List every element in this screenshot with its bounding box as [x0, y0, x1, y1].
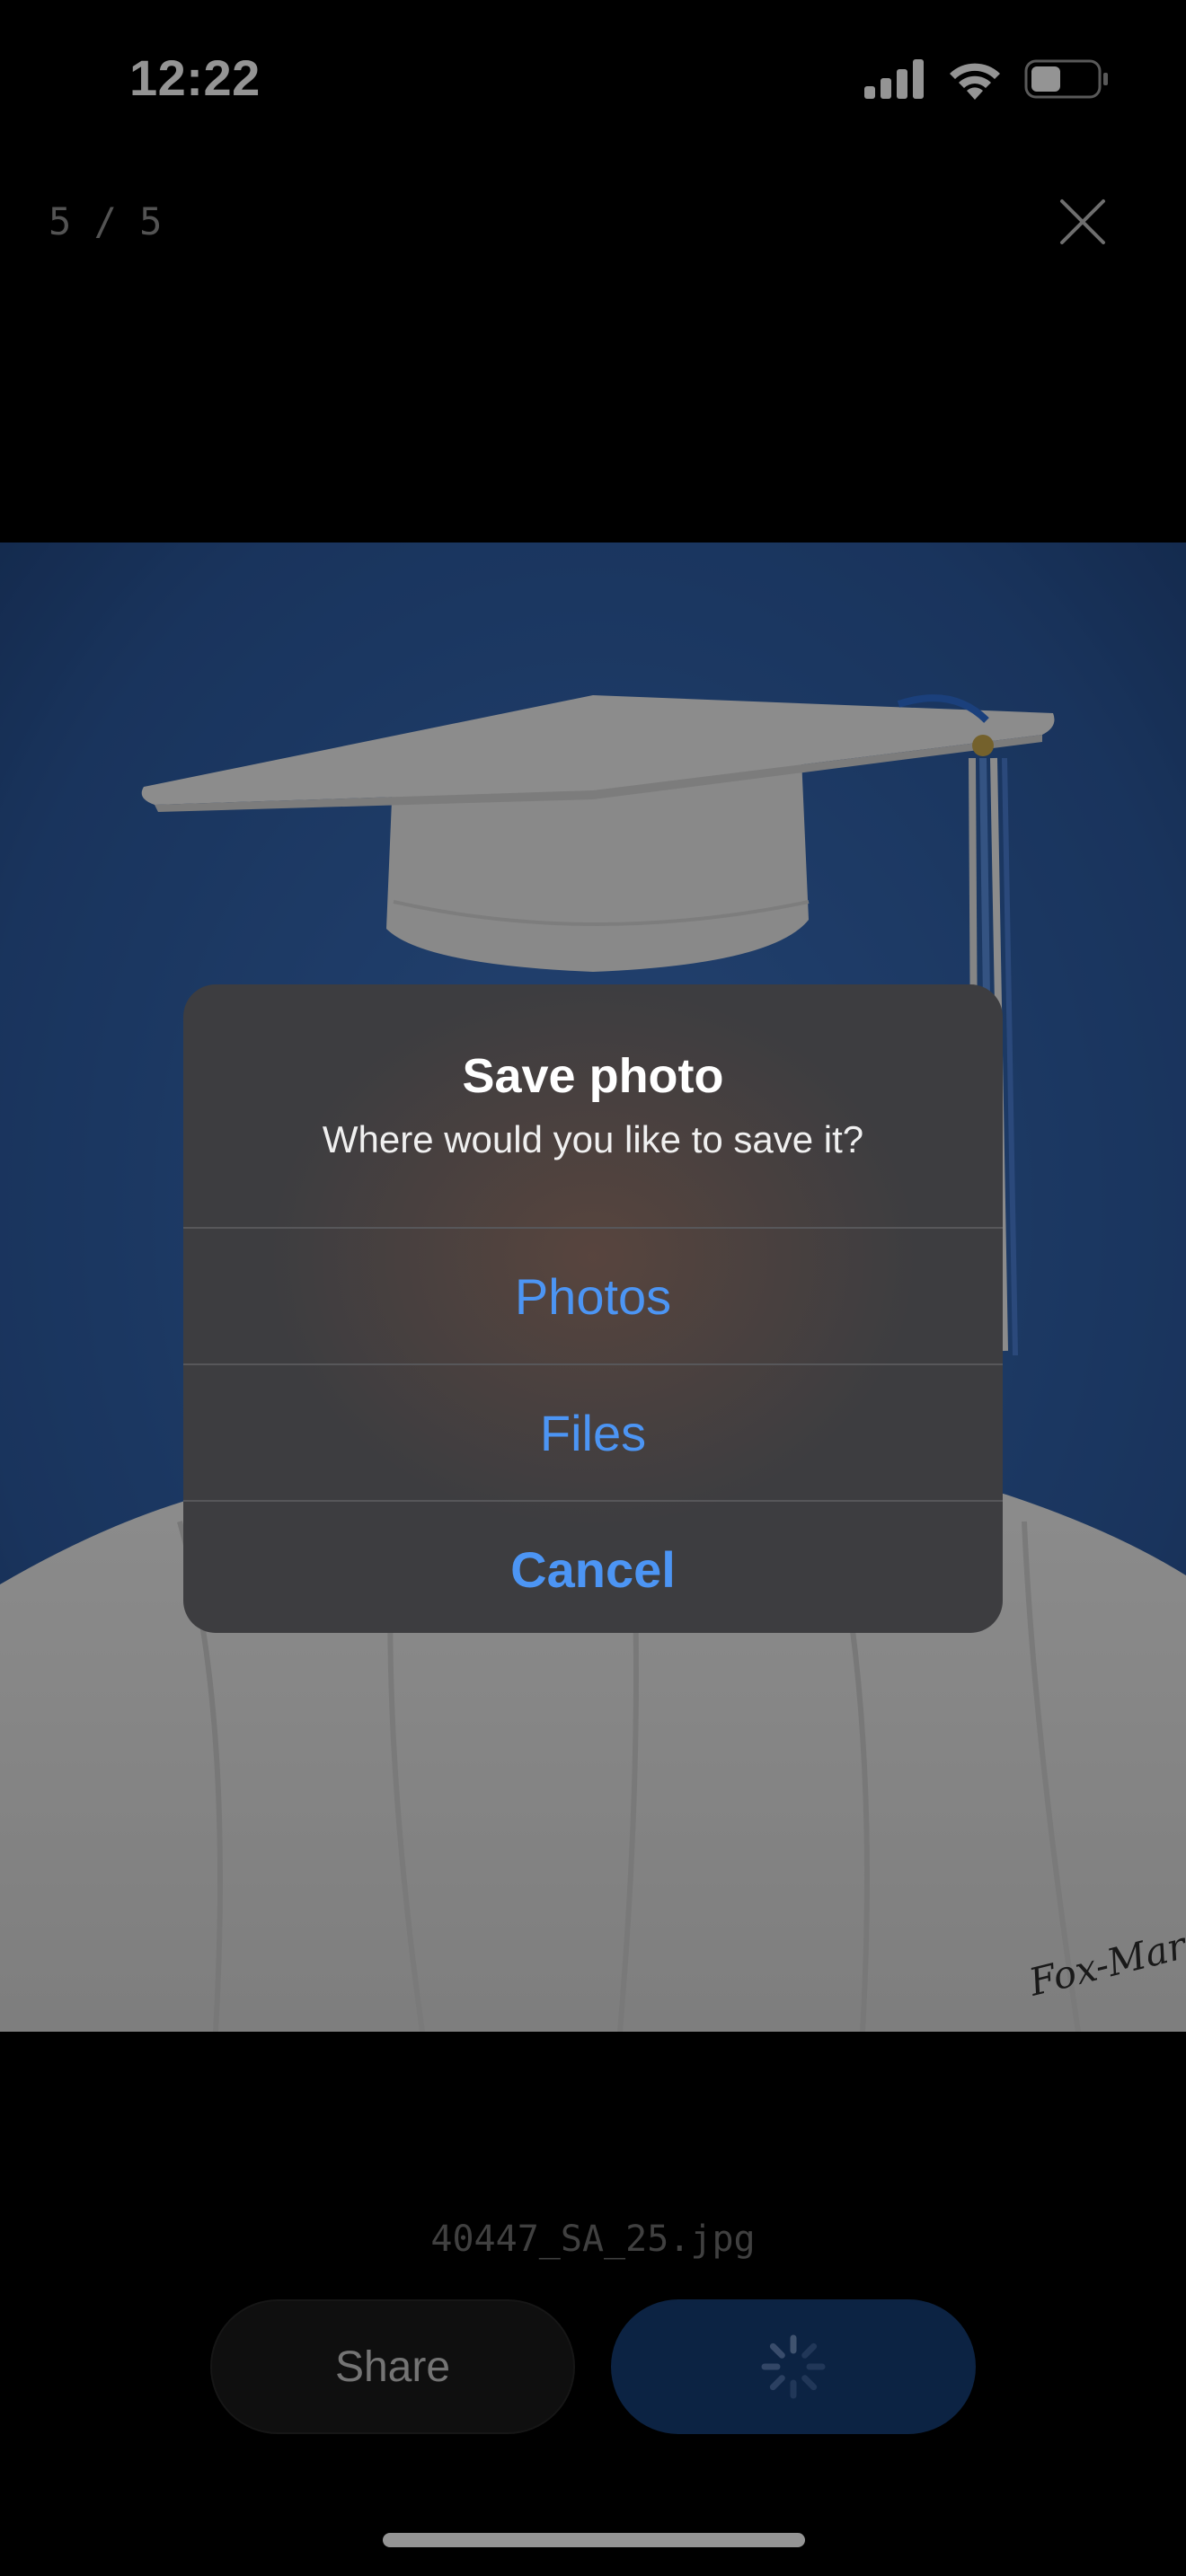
- file-name: 40447_SA_25.jpg: [430, 2219, 756, 2260]
- status-icons: [864, 54, 1109, 104]
- battery-icon: [1024, 59, 1108, 99]
- spinner-icon: [761, 2334, 826, 2399]
- save-photo-dialog: Save photo Where would you like to save …: [183, 984, 1003, 1633]
- cancel-button[interactable]: Cancel: [183, 1500, 1003, 1633]
- dialog-message: Where would you like to save it?: [322, 1118, 864, 1160]
- save-button[interactable]: [611, 2299, 976, 2434]
- close-button[interactable]: [1057, 196, 1109, 248]
- save-to-photos-button[interactable]: Photos: [183, 1227, 1003, 1363]
- close-icon: [1060, 199, 1105, 244]
- dialog-header: Save photo Where would you like to save …: [183, 984, 1003, 1227]
- home-indicator[interactable]: [383, 2533, 805, 2547]
- wifi-icon: [950, 63, 1000, 100]
- save-to-files-button[interactable]: Files: [183, 1363, 1003, 1500]
- image-counter: 5 / 5: [49, 199, 163, 243]
- share-button-label: Share: [334, 2342, 451, 2391]
- cellular-signal-icon: [864, 59, 924, 99]
- share-button[interactable]: Share: [210, 2299, 575, 2434]
- status-time: 12:22: [129, 49, 261, 106]
- dialog-title: Save photo: [462, 1049, 724, 1103]
